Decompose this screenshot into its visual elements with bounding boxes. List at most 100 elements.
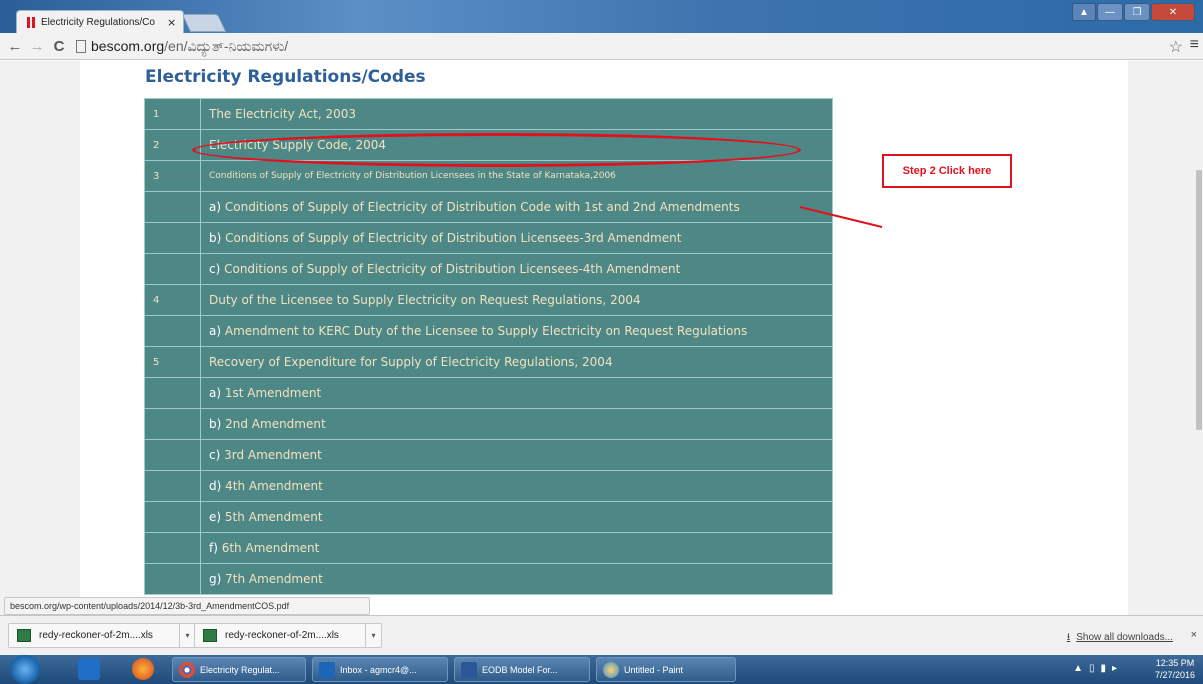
item-prefix: d) [209,479,222,493]
item-prefix: a) [209,324,222,338]
regulation-title: Duty of the Licensee to Supply Electrici… [209,293,641,307]
reload-icon[interactable]: C [48,38,70,55]
taskbar-app-label: Untitled - Paint [624,664,684,675]
regulation-link[interactable]: The Electricity Act, 2003 [200,98,833,130]
regulation-title: 1st Amendment [221,386,322,400]
table-row: 1 The Electricity Act, 2003 [144,98,833,130]
table-row: f) 6th Amendment [144,532,833,564]
item-prefix: g) [209,572,222,586]
table-row: 4 Duty of the Licensee to Supply Electric… [144,284,833,316]
show-all-downloads-label: Show all downloads... [1076,632,1173,643]
download-bar: redy-reckoner-of-2m....xls ▾ redy-reckon… [0,615,1203,655]
download-item[interactable]: redy-reckoner-of-2m....xls ▾ [194,623,382,648]
outlook-icon [319,661,335,678]
row-number [144,191,201,223]
taskbar-app-outlook[interactable]: Inbox - agmcr4@... [312,657,448,682]
regulation-link[interactable]: d) 4th Amendment [200,470,833,502]
regulation-title: Recovery of Expenditure for Supply of El… [209,355,613,369]
taskbar-app-chrome[interactable]: Electricity Regulat... [172,657,306,682]
regulation-link[interactable]: g) 7th Amendment [200,563,833,595]
taskbar-app-label: EODB Model For... [482,664,558,675]
table-row: g) 7th Amendment [144,563,833,595]
row-number [144,377,201,409]
download-options-icon[interactable]: ▾ [365,624,381,647]
item-prefix: c) [209,448,221,462]
minimize-button[interactable]: — [1097,3,1123,21]
scrollbar-thumb[interactable] [1196,170,1202,430]
regulation-title: 5th Amendment [221,510,323,524]
url-path: /en/ವಿದ್ಯುತ್-ನಿಯಮಗಳು/ [164,37,289,54]
table-row: b) Conditions of Supply of Electricity o… [144,222,833,254]
item-prefix: c) [209,262,221,276]
row-number: 2 [144,129,201,161]
table-row: e) 5th Amendment [144,501,833,533]
excel-file-icon [203,629,217,642]
taskbar-app-label: Inbox - agmcr4@... [340,664,417,675]
show-all-downloads-link[interactable]: ⭳ Show all downloads... [1067,630,1173,647]
taskbar-app-paint[interactable]: Untitled - Paint [596,657,736,682]
user-profile-icon[interactable]: ▲ [1072,3,1096,21]
regulation-title: Conditions of Supply of Electricity of D… [209,171,616,181]
download-item[interactable]: redy-reckoner-of-2m....xls ▾ [8,623,196,648]
start-button[interactable] [10,655,40,684]
row-number: 5 [144,346,201,378]
regulation-link[interactable]: c) 3rd Amendment [200,439,833,471]
table-row: a) Conditions of Supply of Electricity o… [144,191,833,223]
new-tab-button[interactable] [181,14,227,32]
menu-icon[interactable]: ≡ [1190,36,1199,54]
item-prefix: b) [209,417,222,431]
site-favicon-icon [27,16,35,28]
system-clock[interactable]: 12:35 PM 7/27/2016 [1155,657,1195,681]
regulation-title: Amendment to KERC Duty of the Licensee t… [221,324,748,338]
regulation-link[interactable]: a) Conditions of Supply of Electricity o… [200,191,833,223]
media-player-icon[interactable] [78,658,100,680]
row-number [144,532,201,564]
regulation-link[interactable]: f) 6th Amendment [200,532,833,564]
table-row: d) 4th Amendment [144,470,833,502]
regulation-link[interactable]: Recovery of Expenditure for Supply of El… [200,346,833,378]
row-number [144,315,201,347]
item-prefix: e) [209,510,222,524]
tab-title: Electricity Regulations/Co [41,16,155,28]
browser-tab[interactable]: Electricity Regulations/Co × [16,10,184,33]
regulation-link[interactable]: b) 2nd Amendment [200,408,833,440]
maximize-button[interactable]: ❐ [1124,3,1150,21]
regulation-link[interactable]: e) 5th Amendment [200,501,833,533]
row-number: 1 [144,98,201,130]
address-bar[interactable]: bescom.org/en/ವಿದ್ಯುತ್-ನಿಯಮಗಳು/ [76,35,288,57]
close-download-bar-icon[interactable]: × [1191,629,1197,641]
regulation-link[interactable]: c) Conditions of Supply of Electricity o… [200,253,833,285]
regulation-link[interactable]: b) Conditions of Supply of Electricity o… [200,222,833,254]
row-number [144,470,201,502]
firefox-icon[interactable] [132,658,154,680]
table-row: c) Conditions of Supply of Electricity o… [144,253,833,285]
close-window-button[interactable]: ✕ [1151,3,1195,21]
excel-file-icon [17,629,31,642]
regulation-title: 3rd Amendment [220,448,322,462]
bookmark-star-icon[interactable]: ☆ [1169,37,1183,57]
taskbar-app-word[interactable]: EODB Model For... [454,657,590,682]
forward-arrow-icon[interactable]: → [26,38,48,55]
system-tray-icons[interactable]: ▲▯▮▸ [1073,663,1123,674]
back-arrow-icon[interactable]: ← [4,38,26,55]
row-number [144,408,201,440]
regulation-link[interactable]: Duty of the Licensee to Supply Electrici… [200,284,833,316]
tab-close-icon[interactable]: × [167,16,176,29]
regulation-link[interactable]: a) 1st Amendment [200,377,833,409]
table-row: a) 1st Amendment [144,377,833,409]
table-row: b) 2nd Amendment [144,408,833,440]
clock-date: 7/27/2016 [1154,670,1195,680]
windows-taskbar: Electricity Regulat... Inbox - agmcr4@..… [0,655,1203,684]
regulation-title: The Electricity Act, 2003 [209,107,357,121]
status-url-bubble: bescom.org/wp-content/uploads/2014/12/3b… [4,597,370,615]
chrome-icon [179,661,195,678]
highlight-ellipse [192,133,801,167]
row-number [144,439,201,471]
clock-time: 12:35 PM [1155,658,1195,668]
regulation-title: 2nd Amendment [221,417,326,431]
regulation-link[interactable]: a) Amendment to KERC Duty of the License… [200,315,833,347]
regulation-title: Conditions of Supply of Electricity of D… [221,231,682,245]
row-number [144,253,201,285]
window-controls: ▲ — ❐ ✕ [1072,3,1195,21]
download-options-icon[interactable]: ▾ [179,624,195,647]
